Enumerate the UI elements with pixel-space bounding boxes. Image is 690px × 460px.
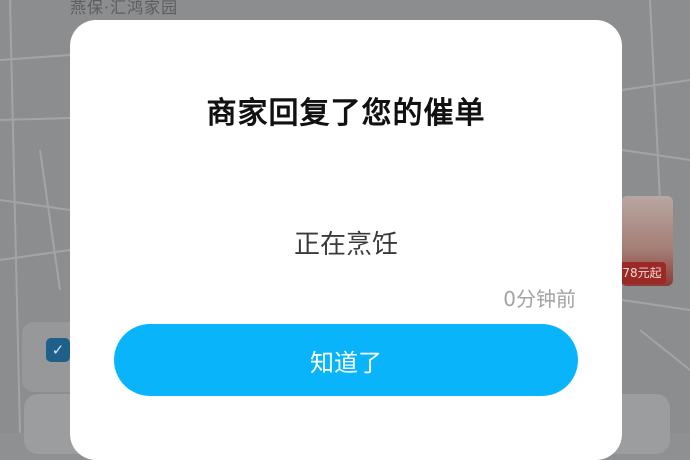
got-it-button[interactable]: 知道了 <box>114 324 578 396</box>
checkmark-icon: ✓ <box>46 338 70 362</box>
urge-reply-dialog: 商家回复了您的催单 正在烹饪 0分钟前 知道了 <box>70 20 622 460</box>
promo-price-badge: 78元起 <box>618 262 666 284</box>
dialog-title: 商家回复了您的催单 <box>206 96 486 131</box>
map-location-label: 燕保·汇鸿家园 <box>70 0 179 17</box>
reply-time-text: 0分钟前 <box>503 287 576 311</box>
order-status-text: 正在烹饪 <box>293 230 398 260</box>
